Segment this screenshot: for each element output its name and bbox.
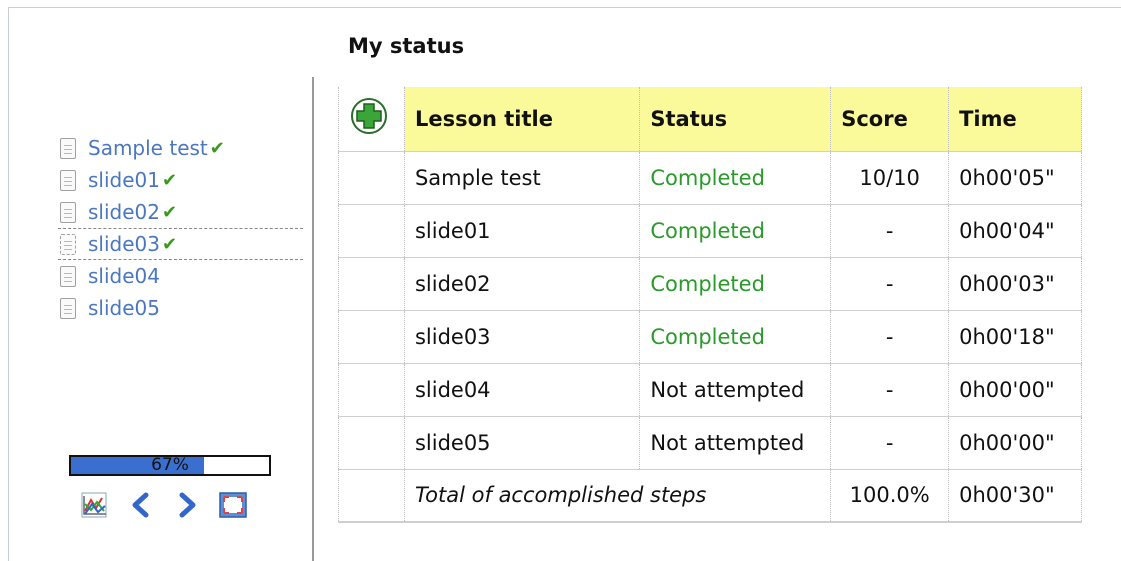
- total-score: 100.0%: [830, 469, 950, 523]
- check-icon: ✔: [161, 233, 178, 255]
- cell-time: 0h00'04": [948, 204, 1082, 258]
- status-table: Lesson title Status Score Time Sample te…: [338, 87, 1082, 523]
- toc-item-slide04[interactable]: slide04: [58, 260, 303, 292]
- progress-label: 67%: [151, 455, 189, 475]
- frame-left-border: [8, 7, 9, 561]
- row-icon-cell: [338, 151, 405, 205]
- toc-item-slide03[interactable]: slide03 ✔: [58, 228, 303, 260]
- cell-score: -: [830, 257, 950, 311]
- frame-top-border: [8, 7, 1121, 8]
- check-icon: ✔: [161, 169, 178, 191]
- row-icon-cell: [338, 363, 405, 417]
- cell-time: 0h00'00": [948, 363, 1082, 417]
- page-title: My status: [348, 34, 465, 58]
- table-row[interactable]: slide03 Completed - 0h00'18": [338, 310, 1082, 364]
- header-score[interactable]: Score: [830, 87, 950, 152]
- toc-item-slide05[interactable]: slide05: [58, 292, 303, 324]
- cell-time: 0h00'00": [948, 416, 1082, 470]
- document-icon: [60, 233, 76, 255]
- row-icon-cell: [338, 204, 405, 258]
- document-icon: [60, 265, 76, 287]
- toc-item-label: slide04: [88, 264, 160, 288]
- cell-lesson-title: slide02: [404, 257, 641, 311]
- table-of-contents: Sample test ✔ slide01 ✔ slide02 ✔ slide0…: [58, 132, 303, 324]
- toc-item-label: slide03: [88, 232, 160, 256]
- header-time[interactable]: Time: [948, 87, 1082, 152]
- table-total-row: Total of accomplished steps 100.0% 0h00'…: [338, 469, 1082, 523]
- cell-score: -: [830, 310, 950, 364]
- table-row[interactable]: slide01 Completed - 0h00'04": [338, 204, 1082, 258]
- toc-item-label: slide01: [88, 168, 160, 192]
- document-icon: [60, 201, 76, 223]
- check-icon: ✔: [209, 137, 225, 159]
- document-icon: [60, 137, 76, 159]
- header-lesson-title[interactable]: Lesson title: [404, 87, 641, 152]
- cell-status: Not attempted: [639, 416, 832, 470]
- total-label: Total of accomplished steps: [404, 469, 832, 523]
- row-icon-cell: [338, 310, 405, 364]
- cell-time: 0h00'05": [948, 151, 1082, 205]
- cell-status: Completed: [639, 257, 832, 311]
- toc-item-label: slide05: [88, 296, 160, 320]
- header-status[interactable]: Status: [639, 87, 832, 152]
- table-row[interactable]: slide05 Not attempted - 0h00'00": [338, 416, 1082, 470]
- plus-icon[interactable]: [349, 96, 389, 136]
- toc-item-slide02[interactable]: slide02 ✔: [58, 196, 303, 228]
- table-header-row: Lesson title Status Score Time: [338, 87, 1082, 152]
- previous-icon[interactable]: [126, 490, 156, 520]
- toc-item-slide01[interactable]: slide01 ✔: [58, 164, 303, 196]
- table-row[interactable]: slide04 Not attempted - 0h00'00": [338, 363, 1082, 417]
- toc-item-label: Sample test: [88, 136, 208, 160]
- row-icon-cell: [338, 469, 405, 523]
- progress-bar: 67%: [69, 455, 271, 476]
- cell-lesson-title: slide03: [404, 310, 641, 364]
- fullscreen-icon[interactable]: [218, 490, 248, 520]
- cell-score: -: [830, 416, 950, 470]
- next-icon[interactable]: [172, 490, 202, 520]
- cell-status: Not attempted: [639, 363, 832, 417]
- table-row[interactable]: Sample test Completed 10/10 0h00'05": [338, 151, 1082, 205]
- total-time: 0h00'30": [948, 469, 1082, 523]
- navigation-toolbar: [80, 490, 248, 520]
- cell-lesson-title: slide01: [404, 204, 641, 258]
- cell-lesson-title: slide05: [404, 416, 641, 470]
- cell-lesson-title: slide04: [404, 363, 641, 417]
- cell-time: 0h00'18": [948, 310, 1082, 364]
- expand-cell: [338, 87, 405, 152]
- cell-lesson-title: Sample test: [404, 151, 641, 205]
- cell-time: 0h00'03": [948, 257, 1082, 311]
- sidebar-divider: [312, 77, 314, 561]
- check-icon: ✔: [161, 201, 178, 223]
- document-icon: [60, 297, 76, 319]
- cell-score: -: [830, 363, 950, 417]
- toc-item-label: slide02: [88, 200, 160, 224]
- cell-status: Completed: [639, 310, 832, 364]
- cell-score: 10/10: [830, 151, 950, 205]
- cell-status: Completed: [639, 204, 832, 258]
- cell-status: Completed: [639, 151, 832, 205]
- document-icon: [60, 169, 76, 191]
- row-icon-cell: [338, 416, 405, 470]
- chart-icon[interactable]: [80, 490, 110, 520]
- table-row[interactable]: slide02 Completed - 0h00'03": [338, 257, 1082, 311]
- toc-item-sample-test[interactable]: Sample test ✔: [58, 132, 303, 164]
- row-icon-cell: [338, 257, 405, 311]
- cell-score: -: [830, 204, 950, 258]
